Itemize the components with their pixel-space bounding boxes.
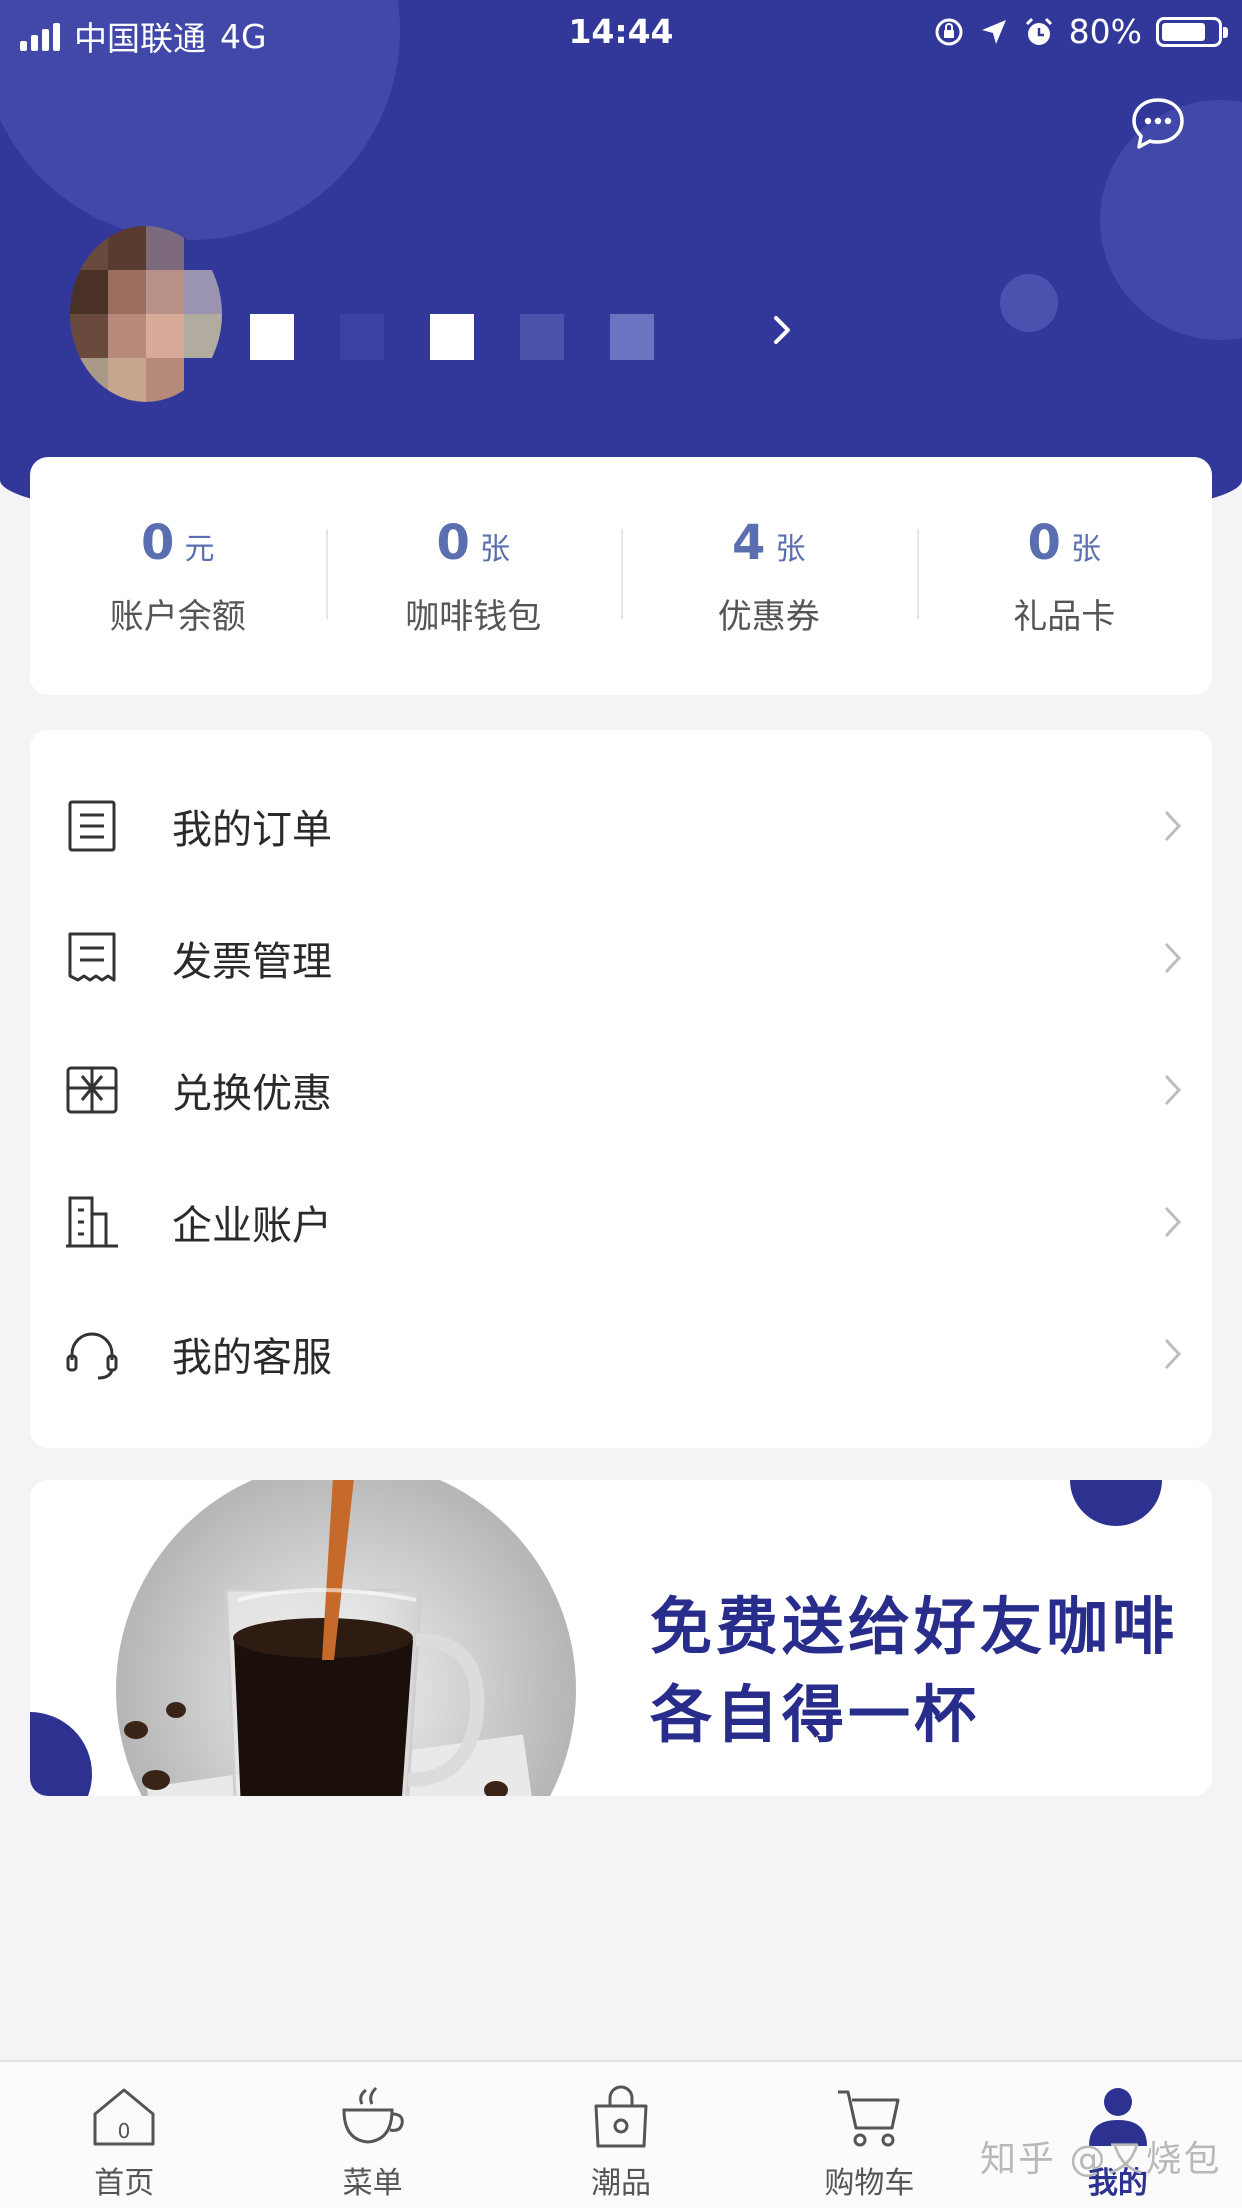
header-decoration-dot [1000,274,1058,332]
chevron-right-icon [1164,942,1182,974]
status-bar: 中国联通 4G 14:44 80% [0,0,1242,62]
account-stats-card: 0元 账户余额 0张 咖啡钱包 4张 优惠券 0张 礼品卡 [30,457,1212,695]
receipt-icon [68,932,116,982]
home-icon: 0 [93,2088,155,2146]
chevron-right-icon [1164,810,1182,842]
banner-title-line2: 各自得一杯 [650,1678,981,1751]
headset-icon [66,1332,118,1380]
menu-item-redeem[interactable]: 兑换优惠 [30,1024,1212,1156]
watermark: 知乎 @又烧包 [980,2139,1222,2180]
stat-label: 账户余额 [109,597,246,636]
menu-card: 我的订单 发票管理 兑换优惠 企业账户 我的客服 [30,730,1212,1448]
banner-decoration-dot [30,1712,92,1796]
tab-merch[interactable]: 潮品 [497,2062,745,2208]
stat-unit: 张 [479,531,510,567]
promo-banner[interactable]: 免费送给好友咖啡 各自得一杯 [30,1480,1212,1796]
stat-label: 咖啡钱包 [405,597,542,636]
menu-item-orders[interactable]: 我的订单 [30,760,1212,892]
stat-value: 0 [141,514,175,571]
chevron-right-icon [1164,1206,1182,1238]
stat-unit: 元 [184,531,215,567]
stat-value: 4 [732,514,766,571]
menu-item-enterprise[interactable]: 企业账户 [30,1156,1212,1288]
menu-item-label: 企业账户 [172,1203,332,1249]
coffee-cup-photo [116,1480,576,1796]
stat-unit: 张 [1070,531,1101,567]
menu-item-label: 发票管理 [172,939,332,985]
chat-bubble-icon[interactable] [1130,96,1186,152]
chevron-right-icon [1164,1074,1182,1106]
stat-gift-cards[interactable]: 0张 礼品卡 [916,514,1213,638]
stat-unit: 张 [775,531,806,567]
banner-decoration-dot [1070,1480,1162,1526]
menu-item-label: 我的订单 [172,807,332,853]
battery-icon [1156,16,1228,47]
alarm-icon [1025,17,1052,45]
gift-icon [66,1066,118,1114]
battery-percent: 80% [1068,12,1142,51]
avatar[interactable] [70,226,222,402]
stat-coffee-wallet[interactable]: 0张 咖啡钱包 [325,514,622,638]
menu-item-label: 我的客服 [172,1335,332,1381]
building-icon [66,1196,118,1248]
stat-value: 0 [436,514,470,571]
tab-home[interactable]: 0 首页 [0,2062,248,2208]
tab-label: 潮品 [591,2166,652,2201]
chevron-right-icon[interactable] [770,310,796,350]
svg-text:0: 0 [118,2119,131,2143]
chevron-right-icon [1164,1338,1182,1370]
tab-label: 首页 [94,2166,155,2201]
order-list-icon [68,800,116,852]
stat-coupons[interactable]: 4张 优惠券 [621,515,917,638]
tab-label: 购物车 [824,2166,915,2201]
stat-label: 优惠券 [717,597,820,636]
menu-item-support[interactable]: 我的客服 [30,1288,1212,1420]
banner-title-line1: 免费送给好友咖啡 [650,1590,1179,1663]
cart-icon [838,2090,900,2147]
stat-label: 礼品卡 [1013,597,1116,636]
user-name-blurred[interactable] [250,314,654,360]
tab-label: 菜单 [342,2166,403,2201]
coffee-cup-icon [342,2086,404,2144]
tab-cart[interactable]: 购物车 [745,2062,993,2208]
stat-value: 0 [1027,514,1061,571]
menu-item-label: 兑换优惠 [172,1071,332,1117]
tab-menu[interactable]: 菜单 [248,2062,496,2208]
stat-balance[interactable]: 0元 账户余额 [30,515,326,638]
shopping-bag-icon [594,2085,648,2148]
menu-item-invoices[interactable]: 发票管理 [30,892,1212,1024]
location-arrow-icon [981,19,1006,44]
rotation-lock-icon [935,18,963,45]
